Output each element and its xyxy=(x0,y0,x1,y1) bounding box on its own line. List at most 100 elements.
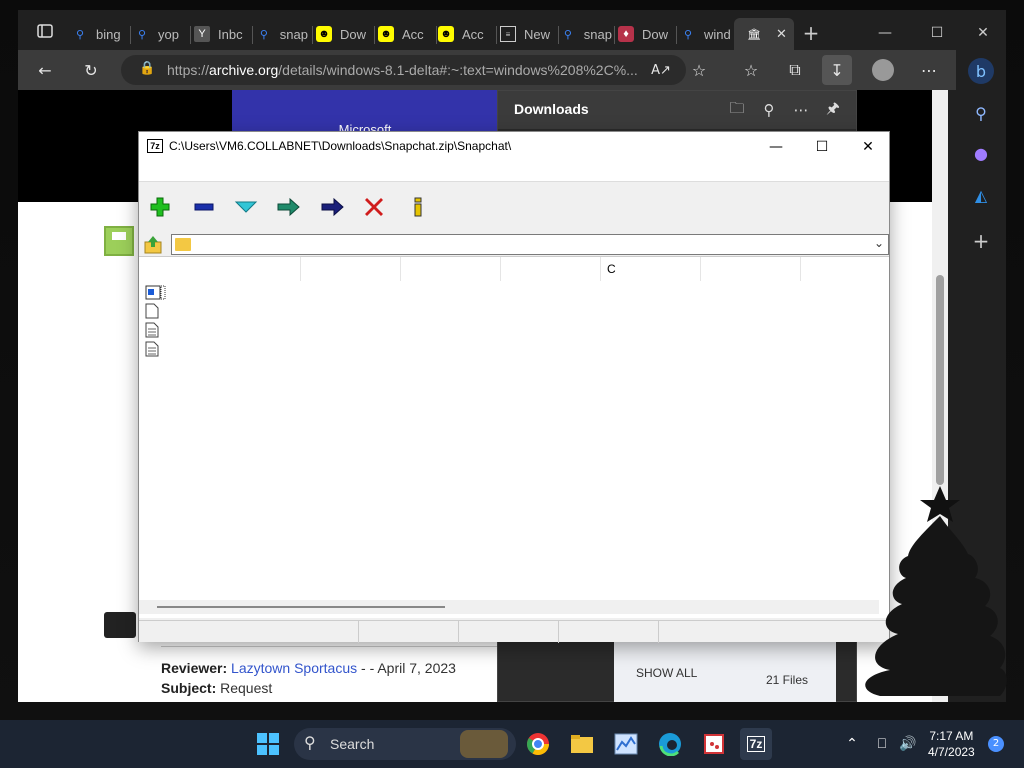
column-header-attributes[interactable] xyxy=(701,257,801,281)
chart-app-icon[interactable] xyxy=(610,728,642,760)
chat-icon[interactable] xyxy=(104,612,136,638)
path-combobox[interactable]: ⌄ xyxy=(171,234,889,255)
up-folder-icon[interactable] xyxy=(141,234,167,256)
tab-windows[interactable]: ⚲ wind xyxy=(680,18,732,50)
address-bar[interactable]: 🔒 https://archive.org/details/windows-8.… xyxy=(121,55,686,85)
search-icon[interactable]: ⚲ xyxy=(968,100,994,126)
status-cell xyxy=(139,621,359,643)
copilot-icon[interactable]: ● xyxy=(968,140,994,166)
tab-yop[interactable]: ⚲ yop xyxy=(134,18,186,50)
sevenzip-taskbar-icon[interactable]: 7z xyxy=(740,728,772,760)
close-window-icon[interactable]: ✕ xyxy=(845,132,891,162)
shield-icon: ♦ xyxy=(618,26,634,42)
delete-icon[interactable] xyxy=(359,192,389,222)
chevron-down-icon[interactable]: ⌄ xyxy=(874,236,884,250)
add-icon[interactable] xyxy=(145,192,175,222)
tab-archive-active[interactable]: 🏛 ✕ xyxy=(734,18,794,50)
downloads-header: Downloads 🗀 ⚲ ⋯ 🖈 xyxy=(498,91,856,129)
review-block: Reviewer: Lazytown Sportacus - - April 7… xyxy=(161,660,456,696)
reviewer-link[interactable]: Lazytown Sportacus xyxy=(231,660,357,676)
refresh-icon[interactable]: ↻ xyxy=(76,55,106,85)
search-icon[interactable]: ⚲ xyxy=(758,99,780,121)
scroll-thumb[interactable] xyxy=(157,606,445,608)
archive-building-icon: 🏛 xyxy=(747,28,761,41)
test-icon[interactable] xyxy=(231,192,261,222)
search-icon: ⚲ xyxy=(304,733,316,752)
move-icon[interactable] xyxy=(317,192,347,222)
list-item[interactable] xyxy=(145,322,159,338)
file-list[interactable]: C xyxy=(139,256,889,618)
extract-icon[interactable] xyxy=(189,192,219,222)
search-icon: ⚲ xyxy=(75,28,85,41)
notification-badge[interactable]: 2 xyxy=(988,736,1004,752)
add-favorite-icon[interactable]: ☆ xyxy=(684,55,714,85)
status-bar xyxy=(139,620,889,643)
volume-icon[interactable]: 🔊 xyxy=(892,728,924,760)
minimize-icon[interactable]: — xyxy=(753,132,799,162)
copy-icon[interactable] xyxy=(273,192,303,222)
more-options-icon[interactable]: ⋯ xyxy=(790,99,812,121)
search-icon: ⚲ xyxy=(259,28,268,41)
collections-icon[interactable]: ⧉ xyxy=(780,55,810,85)
tab-actions-icon[interactable] xyxy=(30,16,60,46)
tab-downloads-1[interactable]: ☻ Dow xyxy=(316,18,372,50)
list-item[interactable] xyxy=(145,341,159,357)
file-explorer-icon[interactable] xyxy=(566,728,598,760)
close-tab-icon[interactable]: ✕ xyxy=(776,26,787,42)
outlook-icon[interactable]: ◭ xyxy=(968,182,994,208)
profile-avatar-icon[interactable] xyxy=(868,55,898,85)
tab-inbox[interactable]: Y Inbc xyxy=(194,18,250,50)
status-cell xyxy=(559,621,659,643)
taskbar: ⚲ Search 7z ⌃ ⎕ 🔊 7:17 AM 4/7/2023 2 xyxy=(0,720,1024,768)
list-item[interactable] xyxy=(145,285,166,300)
new-tab-icon[interactable]: + xyxy=(788,18,834,48)
read-aloud-icon[interactable]: A↗ xyxy=(646,55,676,85)
tab-account-2[interactable]: ☻ Acc xyxy=(438,18,494,50)
chevron-up-icon[interactable]: ⌃ xyxy=(836,728,868,760)
column-header-packed[interactable] xyxy=(401,257,501,281)
edge-icon[interactable] xyxy=(654,728,686,760)
maximize-icon[interactable]: ☐ xyxy=(799,132,845,162)
minimize-icon[interactable]: — xyxy=(862,18,908,48)
column-header-extra[interactable] xyxy=(801,257,889,281)
start-button[interactable] xyxy=(252,728,284,760)
show-all-button[interactable]: SHOW ALL xyxy=(636,666,697,680)
maximize-icon[interactable]: ☐ xyxy=(914,18,960,48)
bing-icon[interactable]: b xyxy=(968,58,994,84)
chrome-icon[interactable] xyxy=(522,728,554,760)
column-header-c[interactable]: C xyxy=(601,257,701,281)
pin-icon[interactable]: 🖈 xyxy=(822,99,844,121)
tab-snap-1[interactable]: ⚲ snap xyxy=(256,18,308,50)
search-icon: ⚲ xyxy=(563,28,572,41)
tab-new[interactable]: ≡ New xyxy=(500,18,558,50)
info-icon[interactable] xyxy=(403,192,433,222)
horizontal-scrollbar[interactable] xyxy=(139,600,879,614)
scroll-thumb[interactable] xyxy=(936,275,944,485)
snipping-tool-icon[interactable] xyxy=(698,728,730,760)
tab-account-1[interactable]: ☻ Acc xyxy=(378,18,434,50)
downloads-icon[interactable]: ↧ xyxy=(822,55,852,85)
column-header-modified[interactable] xyxy=(501,257,601,281)
snapchat-icon: ☻ xyxy=(378,26,394,42)
clock[interactable]: 7:17 AM 4/7/2023 xyxy=(928,728,975,760)
search-icon: ⚲ xyxy=(683,28,693,41)
list-item[interactable] xyxy=(145,303,159,319)
save-floppy-icon[interactable] xyxy=(104,226,134,256)
favorites-icon[interactable]: ☆ xyxy=(736,55,766,85)
add-sidebar-icon[interactable]: + xyxy=(968,228,994,254)
close-window-icon[interactable]: ✕ xyxy=(960,18,1006,48)
tab-downloads-2[interactable]: ♦ Dow xyxy=(618,18,674,50)
window-title: C:\Users\VM6.COLLABNET\Downloads\Snapcha… xyxy=(169,139,512,153)
page-icon: ≡ xyxy=(500,26,516,42)
column-header-name[interactable] xyxy=(139,257,301,281)
column-header-size[interactable] xyxy=(301,257,401,281)
tab-bing[interactable]: ⚲ bing xyxy=(72,18,124,50)
open-folder-icon[interactable]: 🗀 xyxy=(726,99,748,121)
search-highlight-icon xyxy=(460,730,508,758)
sevenzip-titlebar: 7z C:\Users\VM6.COLLABNET\Downloads\Snap… xyxy=(139,132,889,162)
tab-snap-2[interactable]: ⚲ snap xyxy=(560,18,612,50)
back-icon[interactable]: ← xyxy=(30,55,60,85)
more-options-icon[interactable]: ⋯ xyxy=(914,55,944,85)
snapchat-icon: ☻ xyxy=(438,26,454,42)
taskbar-search[interactable]: ⚲ Search xyxy=(294,728,516,760)
